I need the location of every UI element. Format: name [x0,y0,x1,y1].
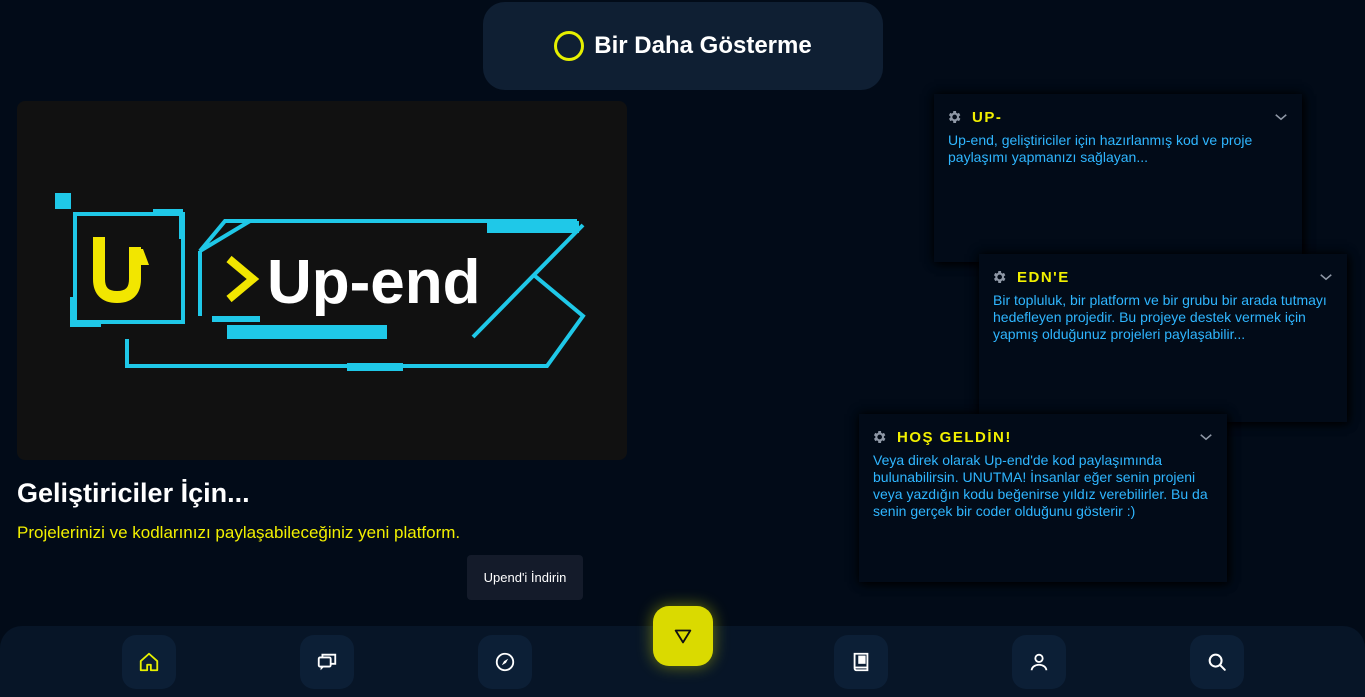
nav-profile-button[interactable] [1012,635,1066,689]
card-header: HOŞ GELDİN! [871,426,1215,448]
card-body: Up-end, geliştiriciler için hazırlanmış … [948,132,1253,165]
user-icon [1030,653,1048,671]
card-body: Bir topluluk, bir platform ve bir grubu … [993,292,1327,342]
info-card-welcome: HOŞ GELDİN! Veya direk olarak Up-end'de … [859,414,1227,582]
hero-logo-image: Up-end [17,101,627,460]
gear-icon [991,269,1007,285]
info-card-edne: EDN'E Bir topluluk, bir platform ve bir … [979,254,1347,422]
card-title: EDN'E [1017,268,1070,286]
card-header: EDN'E [991,266,1335,288]
triangle-down-icon [674,629,692,644]
toggle-panel-button[interactable] [653,606,713,666]
chevron-down-icon[interactable] [1197,428,1215,446]
hero-headline: Geliştiriciler İçin... [17,478,250,508]
dont-show-again-label: Bir Daha Gösterme [594,32,812,59]
nav-search-button[interactable] [1190,635,1244,689]
compass-icon [495,652,515,672]
gear-icon [871,429,887,445]
upend-logo: Up-end [55,193,586,371]
card-title: HOŞ GELDİN! [897,428,1012,446]
chat-icon [317,653,337,671]
hero-subline: Projelerinizi ve kodlarınızı paylaşabile… [17,523,461,542]
card-body: Veya direk olarak Up-end'de kod paylaşım… [873,452,1208,519]
gear-icon [946,109,962,125]
dont-show-again-toggle[interactable]: Bir Daha Gösterme [483,2,883,90]
book-icon [853,652,869,672]
circle-radio-icon[interactable] [554,31,585,61]
search-icon [1208,653,1226,671]
info-card-up: UP- Up-end, geliştiriciler için hazırlan… [934,94,1302,262]
chevron-down-icon[interactable] [1317,268,1335,286]
chevron-down-icon[interactable] [1272,108,1290,126]
home-icon [139,652,159,672]
nav-home-button[interactable] [122,635,176,689]
nav-explore-button[interactable] [478,635,532,689]
card-header: UP- [946,106,1290,128]
download-button[interactable]: Upend'i İndirin [467,555,583,600]
nav-library-button[interactable] [834,635,888,689]
card-title: UP- [972,108,1003,126]
nav-chat-button[interactable] [300,635,354,689]
logo-wordmark: Up-end [267,248,481,317]
